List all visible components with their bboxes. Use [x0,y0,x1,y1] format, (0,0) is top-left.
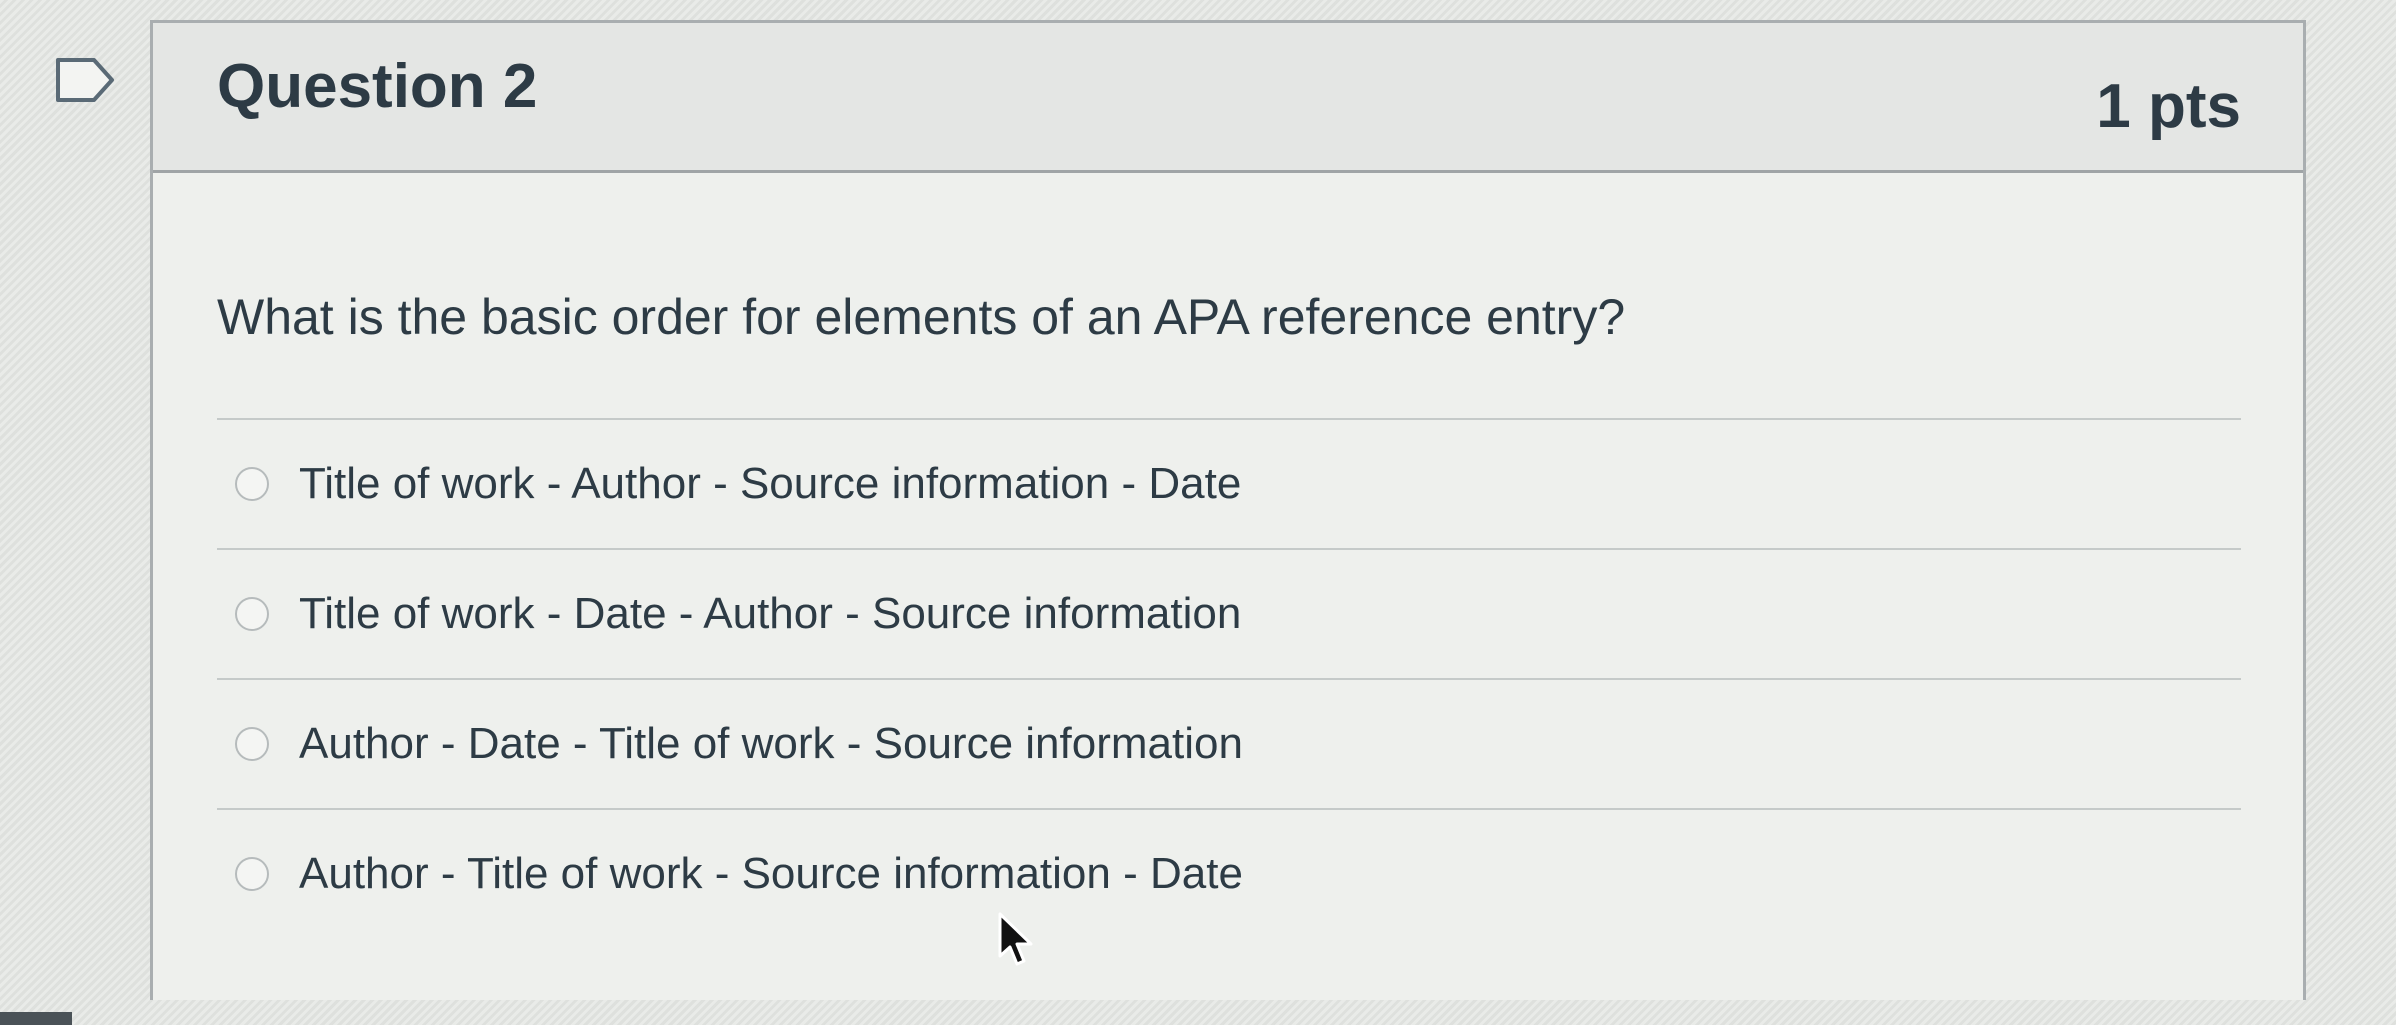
question-title: Question 2 [217,52,538,121]
radio-button[interactable] [235,597,269,631]
mouse-cursor-icon [998,912,1033,966]
answer-label: Author - Title of work - Source informat… [299,849,1243,898]
answer-option-3[interactable]: Author - Date - Title of work - Source i… [217,680,2241,808]
answer-label: Title of work - Date - Author - Source i… [299,589,1242,638]
radio-button[interactable] [235,467,269,501]
answer-option-2[interactable]: Title of work - Date - Author - Source i… [217,550,2241,678]
question-header: Question 2 1 pts [153,23,2303,173]
flag-question-icon[interactable] [54,56,116,104]
answer-option-4[interactable]: Author - Title of work - Source informat… [217,810,2241,938]
bottom-edge-bar [0,1012,72,1025]
radio-button[interactable] [235,727,269,761]
radio-button[interactable] [235,857,269,891]
question-body: What is the basic order for elements of … [217,173,2241,1000]
answer-option-1[interactable]: Title of work - Author - Source informat… [217,420,2241,548]
answer-label: Title of work - Author - Source informat… [299,459,1242,508]
question-points: 1 pts [2096,72,2241,141]
question-card: Question 2 1 pts What is the basic order… [150,20,2306,1000]
question-text: What is the basic order for elements of … [217,289,1626,345]
quiz-page: Question 2 1 pts What is the basic order… [0,0,2396,1025]
answer-label: Author - Date - Title of work - Source i… [299,719,1243,768]
answer-list: Title of work - Author - Source informat… [217,418,2241,938]
